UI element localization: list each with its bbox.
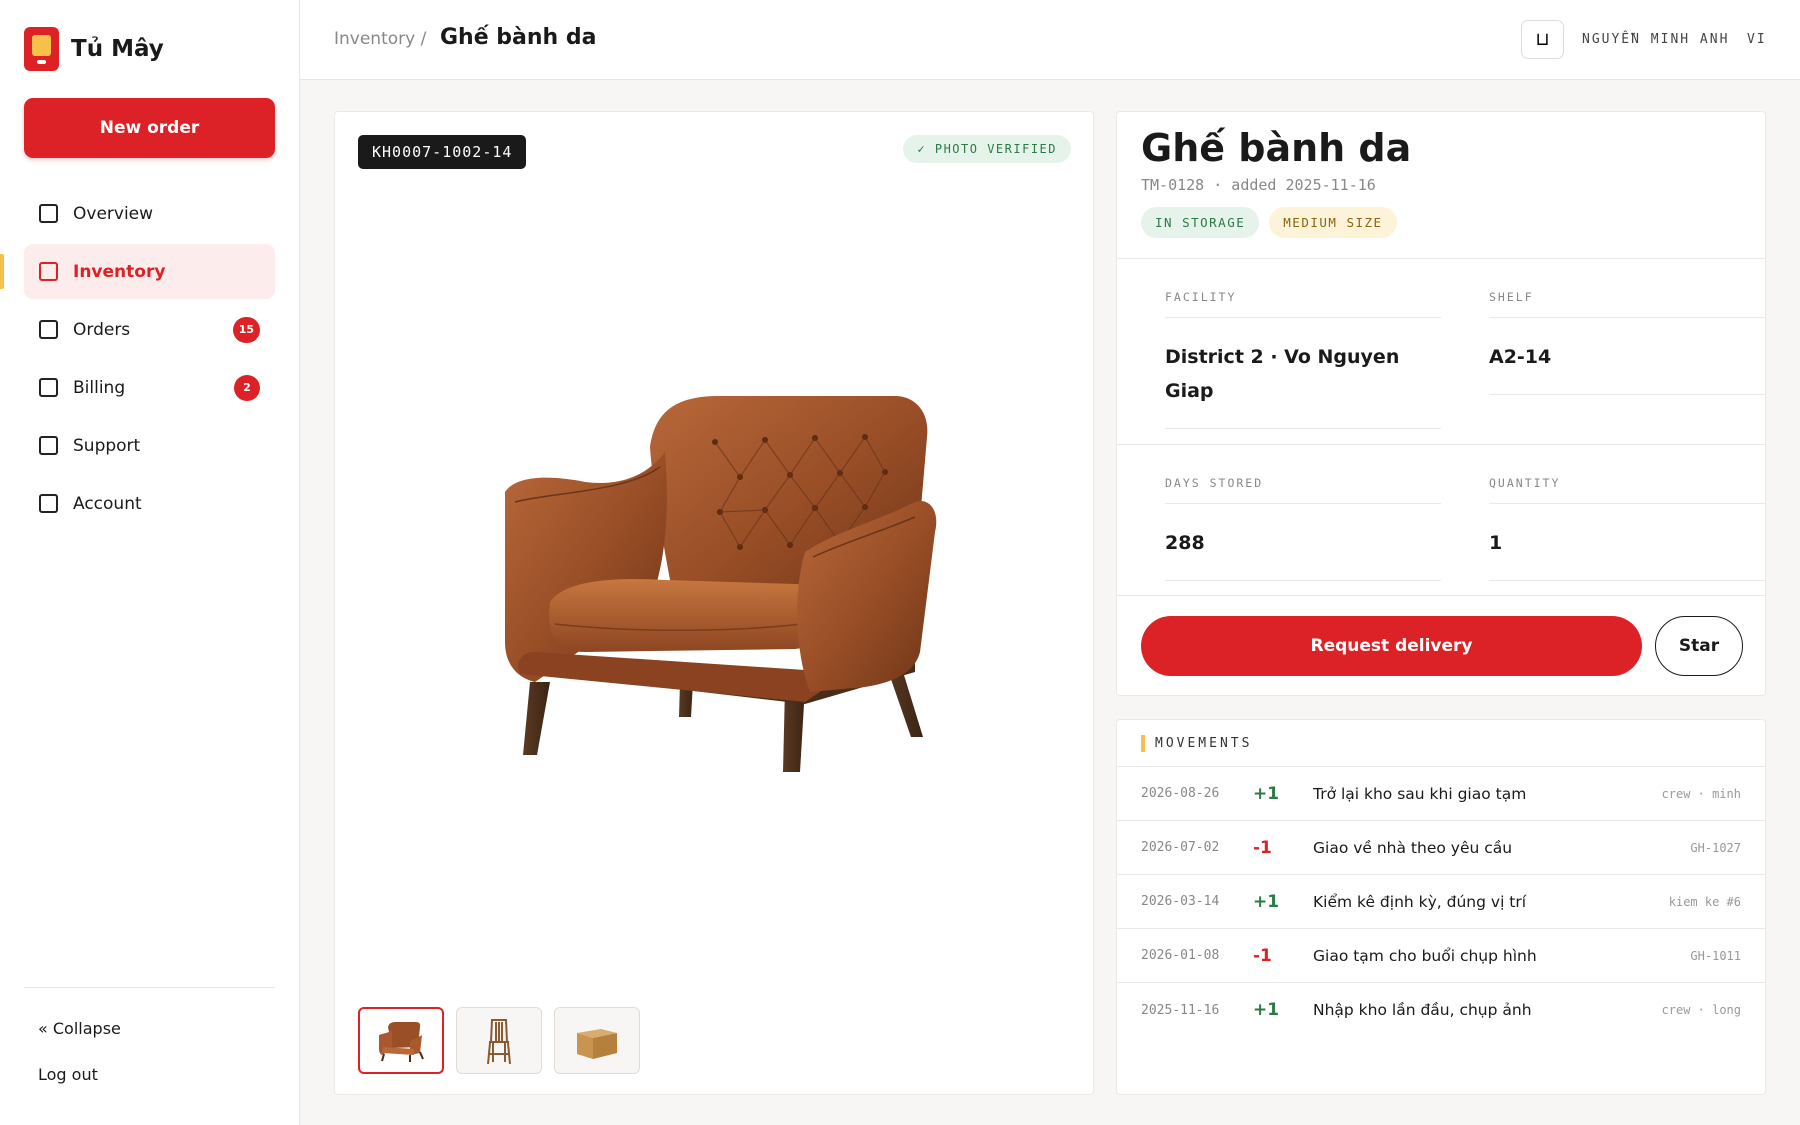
user-name[interactable]: NGUYỄN MINH ANH — [1582, 32, 1729, 47]
leather-armchair-illustration — [505, 396, 937, 772]
cardboard-box-thumbnail[interactable] — [554, 1007, 640, 1074]
wooden-chair-icon — [487, 1018, 511, 1064]
movement-reference: crew · long — [1661, 1003, 1741, 1017]
movement-reference[interactable]: GH-1011 — [1690, 949, 1741, 963]
shelf-field: SHELF A2-14 — [1489, 290, 1765, 395]
movement-row: 2026-07-02 -1 Giao về nhà theo yêu cầu G… — [1117, 821, 1765, 875]
brand[interactable]: Tủ Mây — [24, 27, 164, 71]
sidebar-item-billing[interactable]: Billing 2 — [24, 360, 275, 415]
breadcrumb-parent[interactable]: Inventory / — [334, 29, 426, 49]
sidebar-item-inventory[interactable]: Inventory — [0, 244, 275, 299]
movement-reference: kiem ke #6 — [1668, 894, 1741, 909]
photo-panel: KH0007-1002-14 ✓ PHOTO VERIFIED — [334, 111, 1094, 1095]
movement-reference: crew · minh — [1661, 786, 1741, 801]
movement-row: 2025-11-16 +1 Nhập kho lần đầu, chụp ảnh… — [1117, 983, 1765, 1037]
item-photo — [475, 352, 955, 772]
armchair-thumbnail[interactable] — [358, 1007, 444, 1074]
movement-row: 2026-08-26 +1 Trở lại kho sau khi giao t… — [1117, 767, 1765, 821]
movements-title: MOVEMENTS — [1155, 735, 1253, 751]
movement-date: 2026-07-02 — [1141, 840, 1220, 855]
movement-description: Giao tạm cho buổi chụp hình — [1313, 946, 1537, 965]
collapse-link[interactable]: « Collapse — [38, 1019, 121, 1038]
logout-link[interactable]: Log out — [38, 1065, 98, 1084]
quantity-label: QUANTITY — [1489, 476, 1765, 504]
movement-date: 2026-01-08 — [1141, 948, 1220, 963]
movement-delta: +1 — [1253, 1000, 1280, 1020]
divider — [1117, 444, 1765, 445]
movement-delta: +1 — [1253, 891, 1280, 912]
sidebar: Tủ Mây New order Overview Inventory Orde… — [0, 0, 300, 1125]
billing-icon — [39, 378, 58, 397]
movement-description: Trở lại kho sau khi giao tạm — [1313, 784, 1527, 803]
account-icon — [39, 494, 58, 513]
cardboard-box-icon — [577, 1028, 617, 1059]
movement-description: Nhập kho lần đầu, chụp ảnh — [1313, 1001, 1532, 1019]
overview-icon — [39, 204, 58, 223]
movement-description: Giao về nhà theo yêu cầu — [1313, 838, 1513, 857]
quantity-field: QUANTITY 1 — [1489, 476, 1765, 581]
movement-row: 2026-01-08 -1 Giao tạm cho buổi chụp hìn… — [1117, 929, 1765, 983]
quantity-value: 1 — [1489, 504, 1765, 581]
star-button[interactable]: Star — [1655, 616, 1743, 676]
movement-delta: -1 — [1253, 837, 1272, 858]
inventory-icon — [39, 262, 58, 281]
movements-panel: MOVEMENTS 2026-08-26 +1 Trở lại kho sau … — [1116, 719, 1766, 1095]
status-badge: IN STORAGE — [1141, 207, 1260, 238]
days-stored-label: DAYS STORED — [1165, 476, 1441, 504]
new-order-button[interactable]: New order — [24, 98, 275, 158]
app-logo-icon — [24, 27, 59, 71]
sidebar-divider — [24, 987, 275, 988]
item-meta: TM-0128 · added 2025-11-16 — [1141, 176, 1376, 194]
request-delivery-button[interactable]: Request delivery — [1141, 616, 1642, 676]
sidebar-item-label: Account — [73, 493, 142, 514]
sidebar-item-account[interactable]: Account — [24, 476, 275, 531]
sidebar-nav: Overview Inventory Orders 15 Billing 2 S… — [0, 186, 275, 534]
movement-reference[interactable]: GH-1027 — [1690, 841, 1741, 855]
divider — [1117, 258, 1765, 259]
orders-count-badge: 15 — [232, 316, 260, 343]
sidebar-item-label: Billing — [73, 377, 126, 398]
facility-field: FACILITY District 2 · Vo Nguyen Giap — [1165, 290, 1441, 429]
days-stored-field: DAYS STORED 288 — [1165, 476, 1441, 581]
movement-date: 2026-03-14 — [1141, 894, 1220, 909]
movement-date: 2025-11-16 — [1141, 1002, 1220, 1018]
accent-bar — [1141, 734, 1145, 752]
movement-date: 2026-08-26 — [1141, 786, 1220, 801]
app-name: Tủ Mây — [71, 36, 164, 62]
sidebar-item-label: Orders — [73, 319, 131, 340]
wooden-chair-thumbnail[interactable] — [456, 1007, 542, 1074]
language-switch[interactable]: VI — [1747, 32, 1767, 47]
size-badge: MEDIUM SIZE — [1269, 207, 1397, 238]
sidebar-item-label: Overview — [73, 203, 154, 224]
shelf-value: A2-14 — [1489, 318, 1765, 395]
sidebar-item-overview[interactable]: Overview — [24, 186, 275, 241]
item-tags: IN STORAGE MEDIUM SIZE — [1141, 207, 1397, 238]
breadcrumb-current: Ghế bành da — [440, 25, 597, 50]
thumbnail-strip — [358, 1007, 640, 1074]
orders-icon — [39, 320, 58, 339]
days-stored-value: 288 — [1165, 504, 1441, 581]
sidebar-item-label: Support — [73, 435, 141, 456]
photo-verified-badge: ✓ PHOTO VERIFIED — [903, 135, 1071, 163]
sidebar-item-label: Inventory — [73, 261, 166, 282]
movements-header: MOVEMENTS — [1117, 720, 1765, 767]
storage-icon[interactable]: ⊔ — [1521, 20, 1564, 59]
movement-row: 2026-03-14 +1 Kiểm kê định kỳ, đúng vị t… — [1117, 875, 1765, 929]
billing-count-badge: 2 — [234, 374, 260, 401]
sidebar-item-orders[interactable]: Orders 15 — [24, 302, 275, 357]
top-bar: Inventory / Ghế bành da ⊔ NGUYỄN MINH AN… — [300, 0, 1800, 80]
movement-delta: -1 — [1253, 945, 1272, 966]
movement-description: Kiểm kê định kỳ, đúng vị trí — [1313, 892, 1527, 911]
item-title: Ghế bành da — [1141, 126, 1412, 170]
shelf-label: SHELF — [1489, 290, 1765, 318]
armchair-icon — [379, 1021, 424, 1062]
item-detail-panel: Ghế bành da TM-0128 · added 2025-11-16 I… — [1116, 111, 1766, 696]
divider — [1117, 595, 1765, 596]
movement-delta: +1 — [1253, 783, 1280, 804]
facility-label: FACILITY — [1165, 290, 1441, 318]
facility-value: District 2 · Vo Nguyen Giap — [1165, 318, 1441, 429]
support-icon — [39, 436, 58, 455]
sku-label: KH0007-1002-14 — [358, 135, 527, 169]
sidebar-item-support[interactable]: Support — [24, 418, 275, 473]
